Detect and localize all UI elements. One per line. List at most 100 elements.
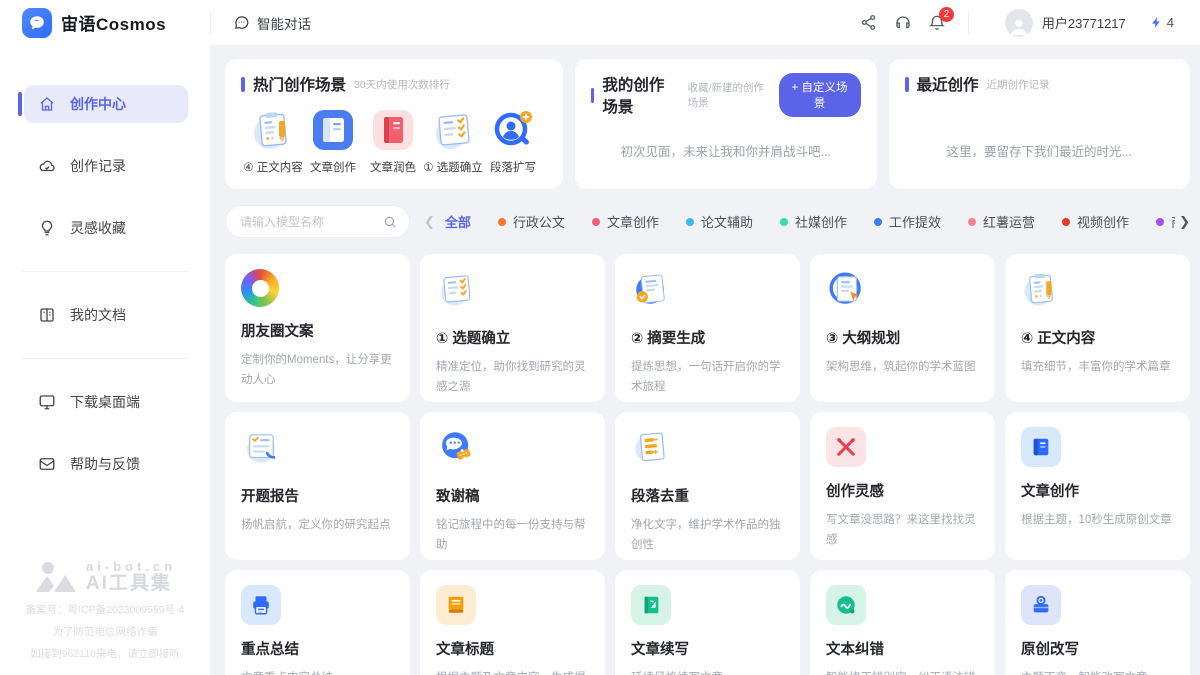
sidebar-divider: [22, 271, 188, 272]
blue-book-icon: [310, 107, 356, 153]
card-desc: 文章重点内容总结: [241, 668, 394, 675]
username: 用户23771217: [1042, 13, 1126, 32]
sidebar-item-creation-records[interactable]: 创作记录: [24, 147, 188, 185]
watermark-name: AI工具集: [86, 574, 176, 595]
monitor-icon: [38, 393, 56, 411]
tab-video-creation[interactable]: 视频创作: [1062, 212, 1129, 231]
title-accent-bar: [591, 88, 594, 103]
card-paragraph-dedup[interactable]: 段落去重 净化文字，维护学术作品的独创性: [615, 412, 800, 560]
refresh-book-icon: [1021, 585, 1061, 625]
card-outline-planning[interactable]: ③ 大纲规划 架构思维，筑起你的学术蓝图: [810, 254, 995, 402]
tab-all[interactable]: 全部: [445, 212, 471, 231]
support-button[interactable]: [886, 6, 920, 40]
card-key-summary[interactable]: 重点总结 文章重点内容总结: [225, 570, 410, 675]
bulb-icon: [38, 219, 56, 237]
title-accent-bar: [241, 77, 245, 92]
hot-item-label: 文章创作: [310, 159, 356, 175]
hot-item-article-writing[interactable]: 文章创作: [303, 107, 363, 175]
card-article-creation[interactable]: 文章创作 根据主题，10秒生成原创文章: [1005, 412, 1190, 560]
checklist-icon: [430, 107, 476, 153]
hot-item-label: ④ 正文内容: [243, 159, 303, 175]
card-desc: 延续风格续写文章: [631, 668, 784, 675]
custom-scene-button[interactable]: + 自定义场景: [779, 73, 861, 117]
card-acknowledgement[interactable]: 致谢稿 铭记旅程中的每一份支持与帮助: [420, 412, 605, 560]
card-title: 原创改写: [1021, 638, 1174, 659]
card-body-content[interactable]: ④ 正文内容 填充细节，丰富你的学术篇章: [1005, 254, 1190, 402]
chat-ticket-icon: [436, 427, 476, 467]
icp-line: 备案号：粤ICP备2023009559号-4: [12, 602, 198, 617]
mail-icon: [38, 455, 56, 473]
hot-item-topic-selection[interactable]: ① 选题确立: [423, 107, 483, 175]
card-article-continue[interactable]: 文章续写 延续风格续写文章: [615, 570, 800, 675]
tab-xiaohongshu[interactable]: 红薯运营: [968, 212, 1035, 231]
hot-item-body-content[interactable]: ④ 正文内容: [243, 107, 303, 175]
tab-article-writing[interactable]: 文章创作: [592, 212, 659, 231]
card-title: ③ 大纲规划: [826, 327, 979, 348]
sidebar-item-download-desktop[interactable]: 下载桌面端: [24, 383, 188, 421]
tab-label: 工作提效: [889, 212, 941, 231]
tab-social-media[interactable]: 社媒创作: [780, 212, 847, 231]
card-proposal-report[interactable]: 开题报告 扬帆启航，定义你的研究起点: [225, 412, 410, 560]
card-title: 重点总结: [241, 638, 394, 659]
hot-panel-subtitle: 30天内使用次数排行: [354, 77, 450, 92]
card-title: ② 摘要生成: [631, 327, 784, 348]
share-button[interactable]: [852, 6, 886, 40]
model-search-box[interactable]: [225, 205, 410, 238]
card-topic-selection[interactable]: ① 选题确立 精准定位，助你找到研究的灵感之源: [420, 254, 605, 402]
search-input[interactable]: [240, 215, 383, 229]
recent-empty-text: 这里，要留存下我们最近的时光...: [889, 141, 1191, 160]
share-icon: [860, 14, 877, 31]
card-title: 文章续写: [631, 638, 784, 659]
card-moments-copy[interactable]: 朋友圈文案 定制你的Moments，让分享更动人心: [225, 254, 410, 402]
user-menu[interactable]: 用户23771217: [1005, 9, 1126, 37]
doc-check-icon: [241, 427, 281, 467]
tab-paper-assist[interactable]: 论文辅助: [686, 212, 753, 231]
search-icon: [383, 215, 397, 229]
home-icon: [38, 95, 56, 113]
tab-smart-chat-label: 智能对话: [257, 13, 311, 33]
tab-smart-chat[interactable]: 智能对话: [233, 13, 311, 33]
header-divider: [210, 12, 211, 34]
sidebar-item-creation-center[interactable]: 创作中心: [24, 85, 188, 123]
card-creative-inspiration[interactable]: 创作灵感 写文章没思路？来这里找找灵感: [810, 412, 995, 560]
hot-item-label: 段落扩写: [490, 159, 536, 175]
panel-my-scenes: 我的创作场景 收藏/新建的创作场景 + 自定义场景 初次见面，未来让我和你并肩战…: [575, 59, 877, 189]
category-dot: [874, 218, 882, 226]
hot-panel-title: 热门创作场景: [253, 73, 346, 95]
hot-item-paragraph-expand[interactable]: 段落扩写: [483, 107, 543, 175]
sidebar-item-help-feedback[interactable]: 帮助与反馈: [24, 445, 188, 483]
card-desc: 提炼思想，一句话开启你的学术旅程: [631, 357, 784, 397]
card-desc: 填充细节，丰富你的学术篇章: [1021, 357, 1174, 377]
card-text-correction[interactable]: 文本纠错 智能修正错别字，纠正语法错误: [810, 570, 995, 675]
scene-card-grid: 朋友圈文案 定制你的Moments，让分享更动人心 ① 选题确立 精准定位，助你…: [225, 254, 1190, 675]
card-title: 文本纠错: [826, 638, 979, 659]
card-desc: 净化文字，维护学术作品的独创性: [631, 515, 784, 555]
doc-check-icon: [436, 269, 476, 309]
tabs-scroll-left[interactable]: ❮: [424, 214, 435, 230]
category-dot: [592, 218, 600, 226]
card-title: 创作灵感: [826, 480, 979, 501]
tab-work-efficiency[interactable]: 工作提效: [874, 212, 941, 231]
tab-label: 文章创作: [607, 212, 659, 231]
energy-counter[interactable]: 4: [1150, 15, 1174, 30]
category-dot: [780, 218, 788, 226]
my-scenes-title: 我的创作场景: [602, 73, 679, 117]
card-abstract-generation[interactable]: ② 摘要生成 提炼思想，一句话开启你的学术旅程: [615, 254, 800, 402]
app-logo: 宙语Cosmos: [0, 8, 210, 38]
card-original-rewrite[interactable]: 原创改写 主题不变，智能改写文章: [1005, 570, 1190, 675]
sidebar-item-my-documents[interactable]: 我的文档: [24, 296, 188, 334]
card-title: 文章创作: [1021, 480, 1174, 501]
sidebar: 创作中心 创作记录 灵感收藏 我的文档 下载桌面端 帮助与反馈: [0, 45, 210, 675]
tab-label: 红薯运营: [983, 212, 1035, 231]
tab-label: 行政公文: [513, 212, 565, 231]
sidebar-item-inspiration-favorites[interactable]: 灵感收藏: [24, 209, 188, 247]
hot-item-article-polish[interactable]: 文章润色: [363, 107, 423, 175]
tabs-scroll-right[interactable]: ❯: [1175, 214, 1190, 230]
sidebar-divider: [22, 358, 188, 359]
card-article-title[interactable]: 文章标题 根据主题及文章内容，生成爆款标题: [420, 570, 605, 675]
notifications-button[interactable]: 2: [920, 6, 954, 40]
category-dot: [686, 218, 694, 226]
tab-admin-docs[interactable]: 行政公文: [498, 212, 565, 231]
color-ring-icon: [241, 269, 279, 307]
card-title: 文章标题: [436, 638, 589, 659]
